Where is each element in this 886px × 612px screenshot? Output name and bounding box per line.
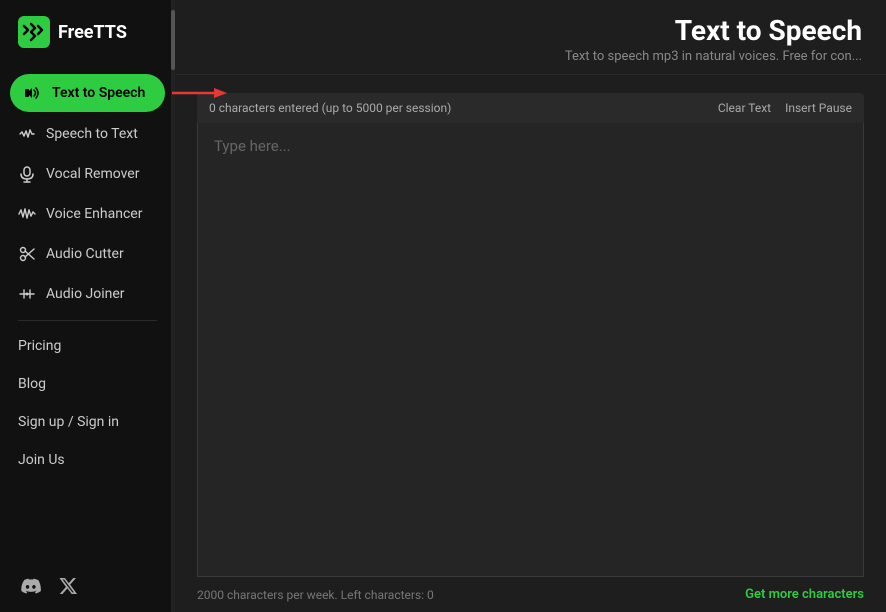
tts-icon — [24, 84, 42, 102]
sidebar-item-label-enhance: Voice Enhancer — [46, 206, 142, 222]
char-bar-actions: Clear Text Insert Pause — [718, 101, 852, 115]
sidebar-item-label-pricing: Pricing — [18, 338, 61, 354]
main-body: 0 characters entered (up to 5000 per ses… — [175, 75, 886, 577]
cutter-icon — [18, 245, 36, 263]
page-title: Text to Speech — [199, 14, 862, 47]
sidebar-item-vocal-remover[interactable]: Vocal Remover — [0, 154, 175, 194]
sidebar-item-label-blog: Blog — [18, 376, 46, 392]
twitter-x-icon[interactable] — [56, 574, 80, 598]
footer-char-info: 2000 characters per week. Left character… — [197, 588, 434, 602]
page-subtitle: Text to speech mp3 in natural voices. Fr… — [199, 49, 862, 64]
sidebar-scrollbar-thumb — [171, 10, 175, 70]
char-count: 0 characters entered (up to 5000 per ses… — [209, 101, 451, 115]
sidebar-item-audio-joiner[interactable]: Audio Joiner — [0, 274, 175, 314]
clear-text-button[interactable]: Clear Text — [718, 101, 771, 115]
sidebar-item-audio-cutter[interactable]: Audio Cutter — [0, 234, 175, 274]
text-area-wrapper — [197, 123, 864, 577]
sidebar-item-label-vocal: Vocal Remover — [46, 166, 139, 182]
sidebar-item-label-cutter: Audio Cutter — [46, 246, 124, 262]
get-more-characters-button[interactable]: Get more characters — [745, 587, 864, 602]
sidebar-item-signup[interactable]: Sign up / Sign in — [0, 403, 175, 441]
main-header: Text to Speech Text to speech mp3 in nat… — [175, 0, 886, 75]
sidebar-item-blog[interactable]: Blog — [0, 365, 175, 403]
discord-icon[interactable] — [18, 574, 42, 598]
logo[interactable]: FreeTTS — [0, 0, 175, 64]
sidebar-scrollbar[interactable] — [171, 0, 175, 612]
mic-icon — [18, 165, 36, 183]
text-input[interactable] — [198, 123, 863, 576]
sidebar-bottom — [0, 560, 175, 612]
main-content: Text to Speech Text to speech mp3 in nat… — [175, 0, 886, 612]
sidebar-item-voice-enhancer[interactable]: Voice Enhancer — [0, 194, 175, 234]
sidebar-nav: Text to Speech — [0, 64, 175, 560]
sidebar-item-pricing[interactable]: Pricing — [0, 327, 175, 365]
nav-divider — [18, 320, 157, 321]
joiner-icon — [18, 285, 36, 303]
sidebar: FreeTTS Text to Speech — [0, 0, 175, 612]
nav-item-wrapper-tts: Text to Speech — [0, 74, 175, 112]
main-footer: 2000 characters per week. Left character… — [175, 577, 886, 612]
insert-pause-button[interactable]: Insert Pause — [785, 101, 852, 115]
enhance-icon — [18, 205, 36, 223]
stt-icon — [18, 125, 36, 143]
sidebar-item-label-joiner: Audio Joiner — [46, 286, 125, 302]
logo-icon — [18, 16, 50, 48]
sidebar-item-speech-to-text[interactable]: Speech to Text — [0, 114, 175, 154]
sidebar-item-label-signup: Sign up / Sign in — [18, 414, 119, 430]
logo-text: FreeTTS — [58, 22, 127, 43]
char-status-bar: 0 characters entered (up to 5000 per ses… — [197, 93, 864, 123]
sidebar-item-label-tts: Text to Speech — [52, 85, 145, 101]
sidebar-item-text-to-speech[interactable]: Text to Speech — [10, 74, 165, 112]
sidebar-item-label-join: Join Us — [18, 452, 65, 468]
sidebar-item-join-us[interactable]: Join Us — [0, 441, 175, 479]
sidebar-item-label-stt: Speech to Text — [46, 126, 138, 142]
